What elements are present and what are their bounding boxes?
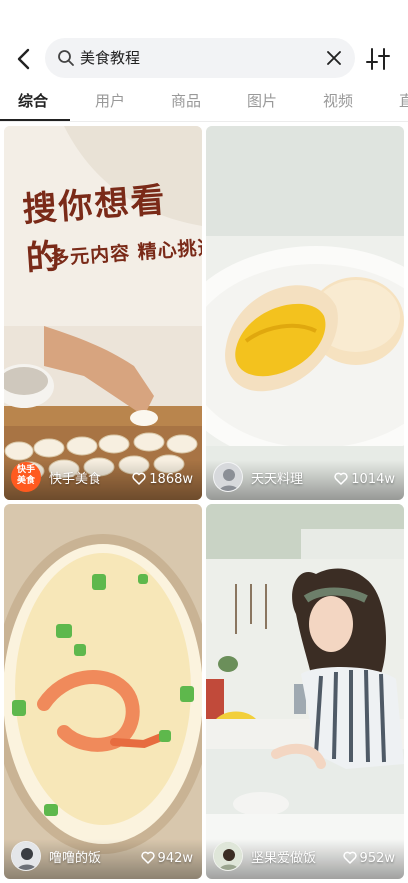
- tab-images[interactable]: 图片: [247, 90, 277, 112]
- clear-x-icon[interactable]: [325, 49, 343, 67]
- search-input[interactable]: 美食教程: [45, 38, 355, 78]
- back-arrow-icon[interactable]: [12, 46, 38, 72]
- like-count-value: 942w: [157, 851, 193, 866]
- author-name[interactable]: 坚果爱做饭: [251, 851, 316, 867]
- avatar[interactable]: [213, 462, 243, 492]
- search-bar: 美食教程: [0, 38, 408, 80]
- avatar[interactable]: 快手 美食: [11, 462, 41, 492]
- video-card[interactable]: 坚果爱做饭 952w: [206, 504, 404, 879]
- tab-users[interactable]: 用户: [95, 90, 125, 112]
- author-name[interactable]: 天天料理: [251, 472, 303, 488]
- tab-live[interactable]: 直: [399, 90, 408, 112]
- video-card[interactable]: 天天料理 1014w: [206, 126, 404, 500]
- like-count-value: 952w: [359, 851, 395, 866]
- active-tab-indicator: [0, 119, 70, 121]
- like-count: 952w: [342, 851, 395, 867]
- heart-icon: [132, 472, 146, 485]
- avatar[interactable]: [213, 841, 243, 871]
- tab-bar: 综合 用户 商品 图片 视频 直: [0, 86, 408, 122]
- video-card[interactable]: 搜你想看的 多元内容 精心挑选 快手 美食 快手美食 1868w: [4, 126, 202, 500]
- card-thumbnail: [4, 504, 202, 879]
- card-thumbnail: [206, 126, 404, 500]
- heart-icon: [334, 472, 348, 485]
- like-count-value: 1014w: [351, 472, 395, 487]
- author-name[interactable]: 噜噜的饭: [49, 851, 101, 867]
- like-count: 1868w: [132, 472, 193, 488]
- like-count: 1014w: [334, 472, 395, 488]
- video-card[interactable]: 噜噜的饭 942w: [4, 504, 202, 879]
- author-name[interactable]: 快手美食: [49, 472, 101, 488]
- tab-products[interactable]: 商品: [171, 90, 201, 112]
- like-count: 942w: [140, 851, 193, 867]
- tab-comprehensive[interactable]: 综合: [18, 90, 48, 112]
- filter-sliders-icon[interactable]: [364, 46, 392, 72]
- tab-videos[interactable]: 视频: [323, 90, 353, 112]
- search-query[interactable]: 美食教程: [80, 48, 140, 68]
- search-icon: [57, 49, 75, 67]
- heart-icon: [140, 851, 155, 864]
- like-count-value: 1868w: [149, 472, 193, 487]
- heart-icon: [342, 851, 357, 864]
- avatar[interactable]: [11, 841, 41, 871]
- card-thumbnail: [206, 504, 404, 879]
- badge-line-2: 美食: [16, 476, 35, 486]
- badge-line-1: 快手: [16, 465, 35, 475]
